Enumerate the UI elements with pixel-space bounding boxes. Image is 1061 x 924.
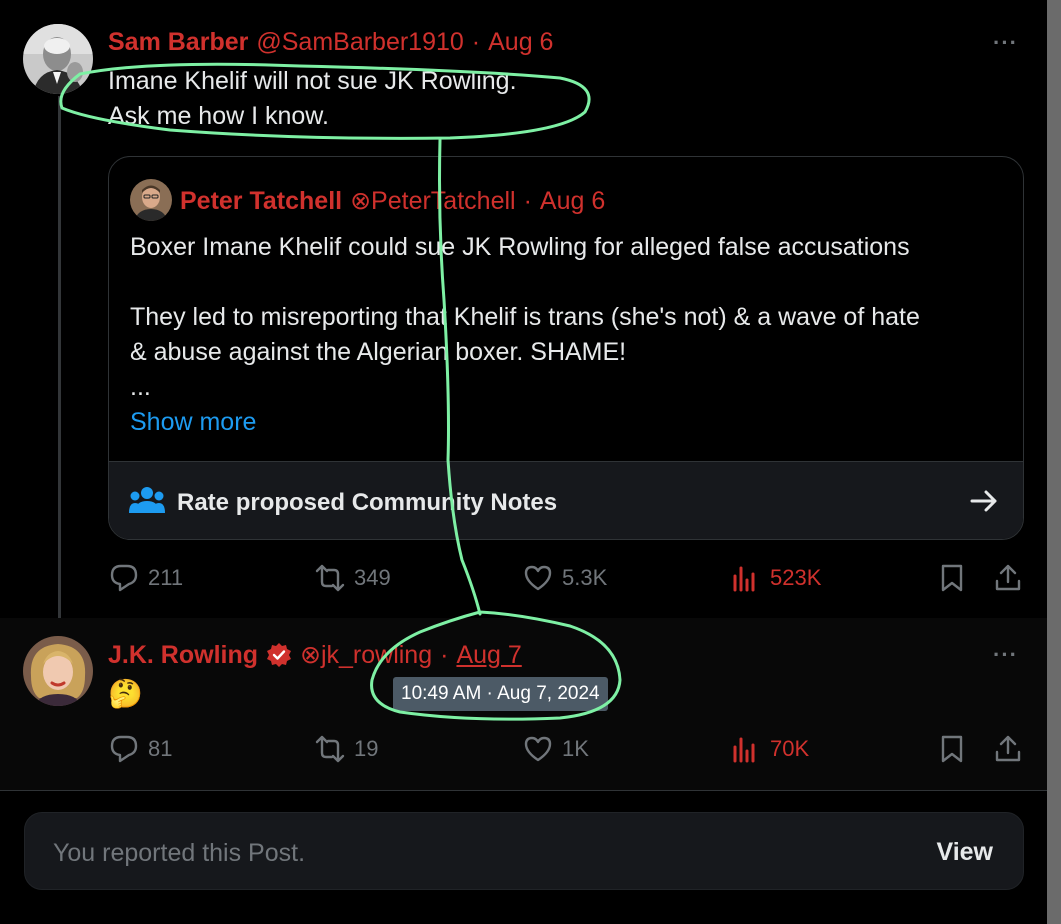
peter-tatchell-avatar[interactable]: [130, 179, 172, 221]
report-banner: You reported this Post. View: [24, 812, 1024, 890]
tweet2-views-button[interactable]: 70K: [730, 733, 809, 765]
quote-author-name[interactable]: Peter Tatchell: [180, 187, 342, 216]
quote-line3: & abuse against the Algerian boxer. SHAM…: [130, 338, 627, 366]
quote-separator: ·: [523, 187, 532, 215]
community-notes-label: Rate proposed Community Notes: [177, 489, 558, 516]
quote-date[interactable]: Aug 6: [540, 187, 605, 216]
tweet2-actions: 81 19 1K 70K: [108, 733, 1028, 769]
arrow-right-icon[interactable]: [969, 486, 999, 516]
tweet2-repost-count: 19: [354, 736, 379, 761]
tweet2-reply-button[interactable]: 81: [108, 733, 172, 765]
tweet2-author-name[interactable]: J.K. Rowling: [108, 641, 258, 670]
views-icon: [733, 566, 755, 592]
quote-line1: Boxer Imane Khelif could sue JK Rowling …: [130, 233, 910, 261]
tweet2-like-count: 1K: [562, 736, 589, 761]
tweet2-reply-count: 81: [148, 736, 173, 761]
tweet2-handle[interactable]: ⊗jk_rowling: [300, 640, 432, 670]
repost-icon: [315, 735, 345, 763]
quote-handle[interactable]: ⊗PeterTatchell: [350, 186, 515, 216]
tweet1-like-button[interactable]: 5.3K: [522, 562, 607, 594]
jk-rowling-avatar[interactable]: [23, 636, 93, 706]
tweet1-author-name[interactable]: Sam Barber: [108, 28, 248, 57]
report-banner-text: You reported this Post.: [53, 839, 306, 867]
tweet1-separator: ·: [471, 28, 481, 56]
tweet1-actions: 211 349 5.3K 523K: [108, 562, 1028, 598]
tweet1-bookmark-button[interactable]: [936, 562, 968, 594]
tweet2-views-count: 70K: [770, 736, 810, 761]
tweet1-share-button[interactable]: [992, 562, 1024, 594]
tweet1-line1: Imane Khelif will not sue JK Rowling.: [108, 67, 517, 95]
quote-header: Peter Tatchell ⊗PeterTatchell · Aug 6: [180, 186, 605, 216]
verified-badge-icon: [267, 643, 291, 667]
tweet2-separator: ·: [440, 641, 449, 669]
show-more-link[interactable]: Show more: [130, 405, 920, 440]
tweet1-header: Sam Barber @SamBarber1910 · Aug 6: [108, 28, 553, 57]
tweet1-date[interactable]: Aug 6: [488, 28, 553, 57]
tweet2-repost-button[interactable]: 19: [314, 733, 378, 765]
quote-line2: They led to misreporting that Khelif is …: [130, 303, 920, 331]
repost-icon: [315, 564, 345, 592]
views-icon: [733, 737, 755, 763]
tweet1-views-count: 523K: [770, 565, 822, 590]
community-notes-icon: [129, 487, 165, 513]
heart-icon: [524, 736, 552, 762]
tweet1-body: Imane Khelif will not sue JK Rowling. As…: [108, 64, 517, 134]
view-button[interactable]: View: [936, 838, 993, 867]
share-icon: [995, 564, 1021, 591]
timestamp-tooltip: 10:49 AM · Aug 7, 2024: [393, 677, 608, 711]
tweet2-date[interactable]: Aug 7: [456, 641, 521, 670]
reply-icon: [110, 564, 138, 592]
tweet1-repost-count: 349: [354, 565, 391, 590]
tweet2-bookmark-button[interactable]: [936, 733, 968, 765]
tweet2-like-button[interactable]: 1K: [522, 733, 589, 765]
tweet1-like-count: 5.3K: [562, 565, 608, 590]
reply-icon: [110, 735, 138, 763]
thread-line: [58, 96, 61, 630]
tweet1-views-button[interactable]: 523K: [730, 562, 821, 594]
quote-ellipsis: ...: [130, 373, 151, 401]
share-icon: [995, 735, 1021, 762]
quoted-post-card[interactable]: Peter Tatchell ⊗PeterTatchell · Aug 6 Bo…: [108, 156, 1024, 540]
tweet2-share-button[interactable]: [992, 733, 1024, 765]
community-notes-bar[interactable]: Rate proposed Community Notes: [109, 461, 1023, 539]
tweet1-line2: Ask me how I know.: [108, 102, 329, 130]
tweet1-reply-button[interactable]: 211: [108, 562, 183, 594]
tweet2-emoji: 🤔: [108, 678, 143, 709]
bookmark-icon: [941, 735, 963, 763]
tweet2-header: J.K. Rowling ⊗jk_rowling · Aug 7: [108, 640, 522, 670]
sam-barber-avatar[interactable]: [23, 24, 93, 94]
tweet1-reply-count: 211: [148, 565, 184, 590]
bookmark-icon: [941, 564, 963, 592]
tweet1-repost-button[interactable]: 349: [314, 562, 391, 594]
divider: [0, 790, 1047, 791]
tweet2-more-icon[interactable]: ···: [993, 642, 1018, 668]
tweet1-handle[interactable]: @SamBarber1910: [256, 28, 463, 57]
heart-icon: [524, 565, 552, 591]
quote-body: Boxer Imane Khelif could sue JK Rowling …: [130, 230, 920, 440]
tweet1-more-icon[interactable]: ···: [993, 30, 1018, 56]
